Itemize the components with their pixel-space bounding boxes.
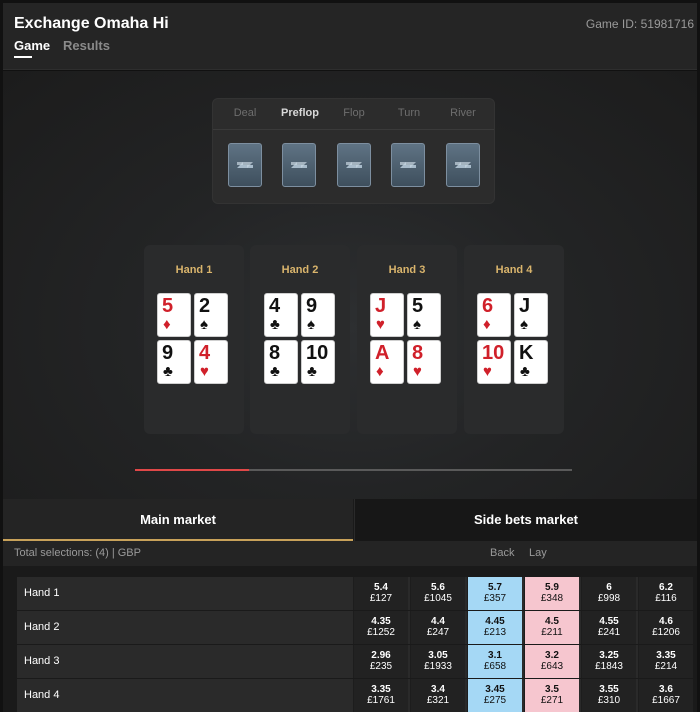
stage-label-preflop: Preflop: [281, 107, 319, 119]
back-price-cell[interactable]: 3.1 £658: [467, 645, 522, 678]
runner-row: Hand 1 5.4 £127 5.6 £1045 5.7 £357 5.9 £348 …: [17, 577, 693, 610]
tab-main-market[interactable]: Main market: [3, 499, 353, 541]
price-cell[interactable]: 3.05 £1933: [410, 645, 465, 678]
tab-game[interactable]: Game: [14, 38, 50, 53]
lay-price-cell[interactable]: 3.5 £271: [524, 679, 579, 712]
price-cell[interactable]: 5.4 £127: [353, 577, 408, 610]
round-progress-bar: [135, 469, 572, 471]
card-back-icon: [337, 143, 371, 187]
runner-name: Hand 2: [24, 621, 60, 633]
card-back-icon: [228, 143, 262, 187]
price-cell[interactable]: 6 £998: [581, 577, 636, 610]
playing-card: 2 ♠: [194, 293, 228, 337]
hand-title: Hand 3: [388, 264, 426, 276]
price-cell[interactable]: 4.35 £1252: [353, 611, 408, 644]
playing-card: 10 ♥: [477, 340, 511, 384]
round-progress-fill: [135, 469, 249, 471]
back-price-cell[interactable]: 5.7 £357: [467, 577, 522, 610]
lay-price-cell[interactable]: 5.9 £348: [524, 577, 579, 610]
tab-results[interactable]: Results: [63, 38, 110, 53]
playing-card: 9 ♣: [157, 340, 191, 384]
hand-panel-4: Hand 4 6 ♦ J ♠ 10 ♥ K ♣: [464, 245, 564, 434]
back-column-label: Back: [490, 547, 515, 559]
runner-name: Hand 3: [24, 655, 60, 667]
price-cell[interactable]: 3.35 £214: [638, 645, 693, 678]
stage-label-river: River: [450, 107, 476, 119]
market-info-bar: Total selections: (4) | GBP Back Lay: [3, 541, 697, 566]
runner-row: Hand 2 4.35 £1252 4.4 £247 4.45 £213 4.5 £21…: [17, 611, 693, 644]
playing-card: K ♣: [514, 340, 548, 384]
tab-side-bets-market[interactable]: Side bets market: [354, 499, 697, 541]
hand-title: Hand 1: [175, 264, 213, 276]
stage-divider: [213, 129, 494, 130]
lay-price-cell[interactable]: 3.2 £643: [524, 645, 579, 678]
market-tabs: Main market Side bets market: [3, 499, 697, 541]
hand-title: Hand 4: [495, 264, 533, 276]
price-cell[interactable]: 4.6 £1206: [638, 611, 693, 644]
lay-price-cell[interactable]: 4.5 £211: [524, 611, 579, 644]
hand-title: Hand 2: [281, 264, 319, 276]
card-back-icon: [391, 143, 425, 187]
total-selections: Total selections: (4) | GBP: [14, 547, 141, 559]
price-cell[interactable]: 2.96 £235: [353, 645, 408, 678]
active-tab-indicator: [14, 56, 32, 58]
playing-card: 8 ♥: [407, 340, 441, 384]
playing-card: 10 ♣: [301, 340, 335, 384]
price-cell[interactable]: 3.4 £321: [410, 679, 465, 712]
price-cell[interactable]: 4.55 £241: [581, 611, 636, 644]
game-id: Game ID: 51981716: [585, 17, 694, 31]
page-title: Exchange Omaha Hi: [14, 15, 169, 32]
price-cell[interactable]: 6.2 £116: [638, 577, 693, 610]
price-cell[interactable]: 4.4 £247: [410, 611, 465, 644]
header-bar: Exchange Omaha Hi Game ID: 51981716 Game…: [3, 3, 697, 70]
stage-label-deal: Deal: [233, 107, 257, 119]
price-cell[interactable]: 3.25 £1843: [581, 645, 636, 678]
lay-column-label: Lay: [529, 547, 547, 559]
card-back-icon: [282, 143, 316, 187]
playing-card: 5 ♦: [157, 293, 191, 337]
hand-panel-2: Hand 2 4 ♣ 9 ♠ 8 ♣ 10 ♣: [250, 245, 350, 434]
runner-name: Hand 1: [24, 587, 60, 599]
stage-label-flop: Flop: [343, 107, 365, 119]
card-back-icon: [446, 143, 480, 187]
playing-card: 5 ♠: [407, 293, 441, 337]
playing-card: 9 ♠: [301, 293, 335, 337]
price-cell[interactable]: 5.6 £1045: [410, 577, 465, 610]
back-price-cell[interactable]: 4.45 £213: [467, 611, 522, 644]
market-body: Hand 1 5.4 £127 5.6 £1045 5.7 £357 5.9 £348 …: [3, 566, 697, 712]
runner-row: Hand 3 2.96 £235 3.05 £1933 3.1 £658 3.2 £64…: [17, 645, 693, 678]
playing-card: A ♦: [370, 340, 404, 384]
price-cell[interactable]: 3.35 £1761: [353, 679, 408, 712]
playing-card: 6 ♦: [477, 293, 511, 337]
hand-panel-1: Hand 1 5 ♦ 2 ♠ 9 ♣ 4 ♥: [144, 245, 244, 434]
runner-row: Hand 4 3.35 £1761 3.4 £321 3.45 £275 3.5 £27…: [17, 679, 693, 712]
playing-card: J ♥: [370, 293, 404, 337]
stage-panel: Deal Preflop Flop Turn River: [212, 98, 495, 204]
playing-card: 4 ♥: [194, 340, 228, 384]
playing-card: 4 ♣: [264, 293, 298, 337]
stage-label-turn: Turn: [397, 107, 421, 119]
hand-panel-3: Hand 3 J ♥ 5 ♠ A ♦ 8 ♥: [357, 245, 457, 434]
playing-card: J ♠: [514, 293, 548, 337]
back-price-cell[interactable]: 3.45 £275: [467, 679, 522, 712]
runner-name: Hand 4: [24, 689, 60, 701]
price-cell[interactable]: 3.6 £1667: [638, 679, 693, 712]
playing-card: 8 ♣: [264, 340, 298, 384]
price-cell[interactable]: 3.55 £310: [581, 679, 636, 712]
